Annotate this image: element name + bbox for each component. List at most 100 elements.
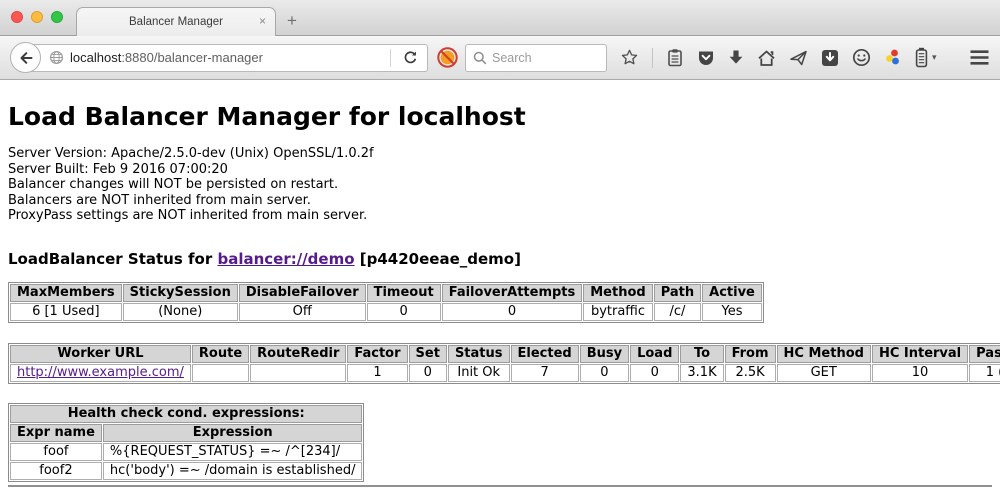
col-maxmembers: MaxMembers bbox=[10, 284, 122, 302]
colored-dots-extension-icon[interactable] bbox=[884, 48, 902, 67]
search-input[interactable] bbox=[492, 51, 599, 65]
traffic-lights bbox=[11, 11, 63, 23]
col-expr-name: Expr name bbox=[10, 424, 102, 442]
col-hc-method: HC Method bbox=[777, 345, 871, 363]
col-worker-url: Worker URL bbox=[10, 345, 191, 363]
cell-set: 0 bbox=[409, 364, 447, 382]
cell-hc-interval: 10 bbox=[872, 364, 968, 382]
table-row: foof2 hc('body') =~ /domain is establish… bbox=[10, 462, 362, 480]
server-info: Server Version: Apache/2.5.0-dev (Unix) … bbox=[8, 146, 992, 224]
cell-expression: hc('body') =~ /domain is established/ bbox=[103, 462, 363, 480]
reload-button[interactable] bbox=[397, 50, 423, 65]
page-title: Load Balancer Manager for localhost bbox=[8, 102, 992, 131]
col-route: Route bbox=[192, 345, 249, 363]
col-elected: Elected bbox=[511, 345, 579, 363]
col-expression: Expression bbox=[103, 424, 363, 442]
worker-url-link[interactable]: http://www.example.com/ bbox=[17, 365, 184, 380]
persist-notice-line: Balancer changes will NOT be persisted o… bbox=[8, 177, 992, 193]
col-stickysession: StickySession bbox=[123, 284, 238, 302]
cell-expr-name: foof2 bbox=[10, 462, 102, 480]
table-header-row: Worker URL Route RouteRedir Factor Set S… bbox=[10, 345, 1000, 363]
video-download-icon[interactable] bbox=[821, 49, 839, 67]
table-header-row: MaxMembers StickySession DisableFailover… bbox=[10, 284, 762, 302]
urlbar-divider bbox=[390, 49, 391, 67]
loadbalancer-status-heading: LoadBalancer Status for balancer://demo … bbox=[8, 250, 992, 268]
zoom-window-button[interactable] bbox=[51, 11, 63, 23]
cell-timeout: 0 bbox=[367, 303, 441, 321]
url-path: :8880/balancer-manager bbox=[121, 50, 263, 65]
cell-passes: 1 (0) bbox=[969, 364, 1000, 382]
col-to: To bbox=[680, 345, 723, 363]
col-active: Active bbox=[702, 284, 762, 302]
url-host: localhost bbox=[70, 50, 121, 65]
search-box bbox=[465, 44, 607, 72]
pocket-icon[interactable] bbox=[697, 49, 715, 67]
browser-window: Balancer Manager × + localhost:8880/bala… bbox=[0, 0, 1000, 491]
balancers-notice-line: Balancers are NOT inherited from main se… bbox=[8, 193, 992, 209]
health-check-table: Health check cond. expressions: Expr nam… bbox=[8, 403, 364, 482]
bookmarks-list-icon[interactable] bbox=[666, 48, 684, 67]
cell-busy: 0 bbox=[580, 364, 629, 382]
table-row: 6 [1 Used] (None) Off 0 0 bytraffic /c/ … bbox=[10, 303, 762, 321]
status-heading-prefix: LoadBalancer Status for bbox=[8, 250, 217, 268]
home-icon[interactable] bbox=[757, 49, 776, 67]
col-failoverattempts: FailoverAttempts bbox=[442, 284, 583, 302]
col-set: Set bbox=[409, 345, 447, 363]
table-row: http://www.example.com/ 1 0 Init Ok 7 0 … bbox=[10, 364, 1000, 382]
downloads-icon[interactable] bbox=[728, 49, 744, 66]
emoji-smiley-icon[interactable] bbox=[852, 48, 871, 67]
col-busy: Busy bbox=[580, 345, 629, 363]
server-version-line: Server Version: Apache/2.5.0-dev (Unix) … bbox=[8, 146, 992, 162]
col-status: Status bbox=[448, 345, 510, 363]
tab-balancer-manager[interactable]: Balancer Manager × bbox=[76, 7, 276, 36]
table-title-row: Health check cond. expressions: bbox=[10, 405, 362, 423]
cell-status: Init Ok bbox=[448, 364, 510, 382]
col-method: Method bbox=[583, 284, 652, 302]
cell-expression: %{REQUEST_STATUS} =~ /^[234]/ bbox=[103, 443, 363, 461]
cell-hc-method: GET bbox=[777, 364, 871, 382]
col-passes: Passes bbox=[969, 345, 1000, 363]
balancer-demo-link[interactable]: balancer://demo bbox=[217, 250, 354, 268]
bookmark-star-icon[interactable] bbox=[620, 48, 639, 67]
cell-elected: 7 bbox=[511, 364, 579, 382]
cell-routeredir bbox=[250, 364, 346, 382]
col-load: Load bbox=[630, 345, 679, 363]
worker-table: Worker URL Route RouteRedir Factor Set S… bbox=[8, 343, 1000, 384]
proxypass-notice-line: ProxyPass settings are NOT inherited fro… bbox=[8, 208, 992, 224]
col-disablefailover: DisableFailover bbox=[239, 284, 366, 302]
new-tab-button[interactable]: + bbox=[287, 11, 297, 31]
url-text[interactable]: localhost:8880/balancer-manager bbox=[70, 50, 263, 65]
send-tab-plane-icon[interactable] bbox=[789, 49, 808, 67]
minimize-window-button[interactable] bbox=[31, 11, 43, 23]
cell-worker-url: http://www.example.com/ bbox=[10, 364, 191, 382]
cell-failoverattempts: 0 bbox=[442, 303, 583, 321]
toolbar-divider bbox=[652, 48, 653, 68]
extension-dropdown-caret[interactable]: ▾ bbox=[932, 52, 937, 63]
cell-expr-name: foof bbox=[10, 443, 102, 461]
col-from: From bbox=[725, 345, 776, 363]
url-bar[interactable]: localhost:8880/balancer-manager bbox=[26, 44, 428, 72]
table-header-row: Expr name Expression bbox=[10, 424, 362, 442]
cell-to: 3.1K bbox=[680, 364, 723, 382]
back-button[interactable] bbox=[10, 42, 41, 73]
server-built-line: Server Built: Feb 9 2016 07:00:20 bbox=[8, 162, 992, 178]
cell-method: bytraffic bbox=[583, 303, 652, 321]
cell-path: /c/ bbox=[654, 303, 701, 321]
battery-extension-icon[interactable] bbox=[915, 47, 928, 68]
cell-stickysession: (None) bbox=[123, 303, 238, 321]
close-window-button[interactable] bbox=[11, 11, 23, 23]
bottom-horizontal-rule bbox=[8, 485, 992, 487]
cell-load: 0 bbox=[630, 364, 679, 382]
cell-from: 2.5K bbox=[725, 364, 776, 382]
navigation-toolbar: localhost:8880/balancer-manager bbox=[0, 36, 1000, 80]
flash-blocked-icon[interactable] bbox=[437, 47, 458, 68]
table-row: foof %{REQUEST_STATUS} =~ /^[234]/ bbox=[10, 443, 362, 461]
menu-hamburger-icon[interactable] bbox=[969, 49, 990, 66]
tab-close-icon[interactable]: × bbox=[259, 15, 266, 27]
page-content: Load Balancer Manager for localhost Serv… bbox=[0, 80, 1000, 487]
health-check-table-title: Health check cond. expressions: bbox=[10, 405, 362, 423]
col-hc-interval: HC Interval bbox=[872, 345, 968, 363]
cell-route bbox=[192, 364, 249, 382]
tab-title: Balancer Manager bbox=[129, 16, 223, 28]
cell-disablefailover: Off bbox=[239, 303, 366, 321]
